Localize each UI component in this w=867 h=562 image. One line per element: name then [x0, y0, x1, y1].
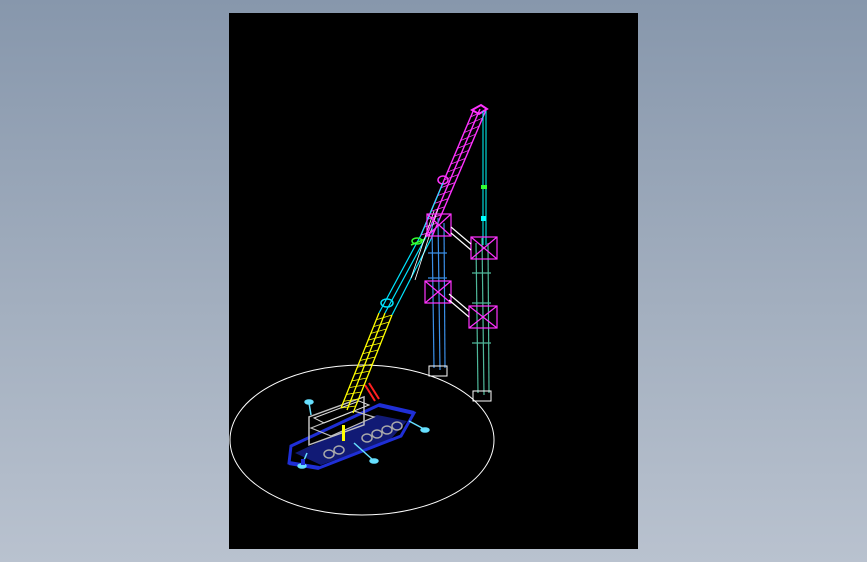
- tower-right-base: [472, 390, 492, 402]
- tower-left-base: [428, 365, 448, 377]
- cad-drawing[interactable]: [229, 13, 638, 549]
- lower-boom: [340, 312, 393, 414]
- boom-joint-icon: [380, 298, 394, 308]
- mid-boom: [378, 234, 432, 316]
- hook-block: [364, 382, 380, 402]
- cad-viewer-window: { "viewer": { "background": "#8e9db0", "…: [0, 0, 867, 562]
- tower-left: [428, 217, 447, 371]
- outrigger-pad-marker: [301, 459, 305, 465]
- drawing-viewport[interactable]: [229, 13, 638, 549]
- boom-base-marker: [342, 425, 345, 441]
- connecting-beams: [448, 226, 472, 318]
- crane-chassis: [287, 395, 417, 470]
